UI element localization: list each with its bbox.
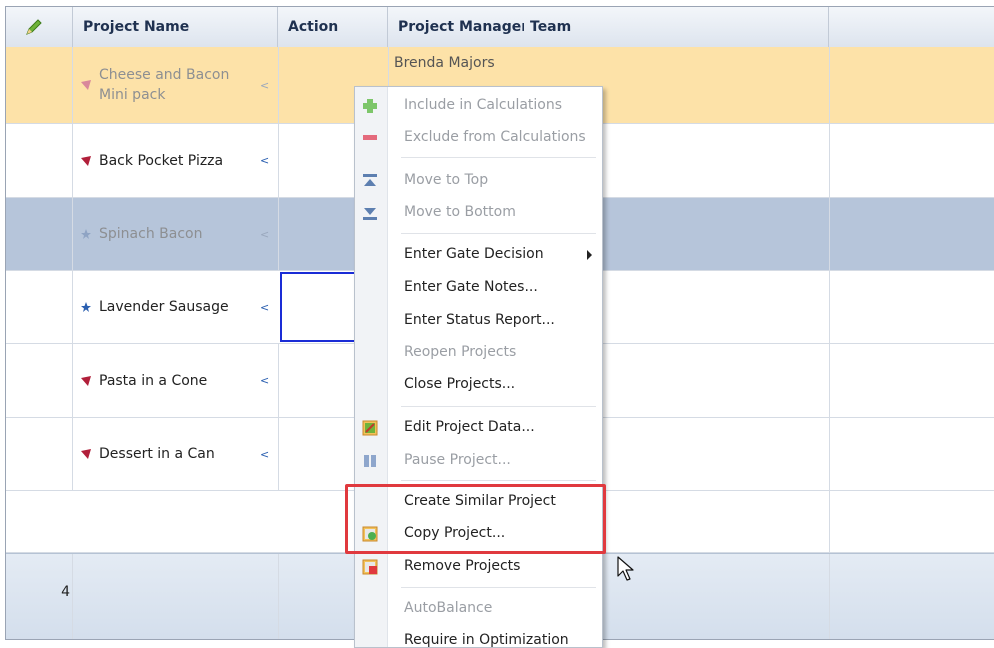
column-header-team[interactable]: Team bbox=[524, 7, 829, 47]
share-icon[interactable]: < bbox=[260, 301, 270, 314]
project-status-icon bbox=[81, 229, 91, 239]
project-status-icon bbox=[81, 80, 91, 90]
menu-item-edit-project-data[interactable]: Edit Project Data... bbox=[355, 412, 602, 444]
menu-item-enter-gate-decision[interactable]: Enter Gate Decision bbox=[355, 239, 602, 271]
project-status-icon bbox=[81, 449, 91, 459]
project-name-cell[interactable]: Back Pocket Pizza < bbox=[73, 124, 278, 197]
project-name: Spinach Bacon bbox=[99, 226, 203, 242]
project-name-cell[interactable]: Dessert in a Can < bbox=[73, 418, 278, 490]
pause-icon bbox=[364, 455, 376, 467]
column-header-action[interactable]: Action bbox=[278, 7, 388, 47]
menu-separator bbox=[401, 233, 596, 234]
share-icon[interactable]: < bbox=[260, 374, 270, 387]
menu-item-exclude-from-calculations[interactable]: Exclude from Calculations bbox=[355, 122, 602, 154]
highlight-annotation-box bbox=[345, 484, 606, 554]
context-menu: Include in Calculations Exclude from Cal… bbox=[354, 86, 603, 648]
menu-item-autobalance[interactable]: AutoBalance bbox=[355, 593, 602, 625]
minus-icon bbox=[363, 135, 377, 140]
column-header-project-manager[interactable]: Project Manager bbox=[388, 7, 524, 47]
pencil-icon bbox=[26, 19, 42, 35]
share-icon[interactable]: < bbox=[260, 154, 270, 167]
project-name: Pasta in a Cone bbox=[99, 372, 208, 389]
column-header-project-name[interactable]: Project Name bbox=[73, 7, 278, 47]
menu-item-move-to-bottom[interactable]: Move to Bottom bbox=[355, 197, 602, 229]
project-name-cell[interactable]: Cheese and Bacon Mini pack < bbox=[73, 47, 278, 123]
column-header-blank bbox=[829, 7, 994, 47]
project-name: Dessert in a Can bbox=[99, 446, 215, 462]
move-bottom-icon bbox=[363, 208, 377, 220]
move-top-icon bbox=[363, 174, 377, 186]
menu-item-reopen-projects[interactable]: Reopen Projects bbox=[355, 337, 602, 369]
edit-data-icon bbox=[362, 420, 378, 436]
edit-column-header[interactable] bbox=[6, 7, 73, 47]
share-icon[interactable]: < bbox=[260, 79, 270, 92]
menu-item-enter-status-report[interactable]: Enter Status Report... bbox=[355, 305, 602, 337]
footer-count: 4 bbox=[61, 584, 70, 600]
project-status-icon bbox=[81, 302, 91, 312]
plus-icon bbox=[363, 99, 377, 113]
submenu-arrow-icon bbox=[587, 250, 592, 260]
project-name: Lavender Sausage bbox=[99, 299, 229, 315]
remove-projects-icon bbox=[362, 559, 378, 575]
project-name: Back Pocket Pizza bbox=[99, 152, 224, 169]
menu-item-move-to-top[interactable]: Move to Top bbox=[355, 165, 602, 197]
menu-item-remove-projects[interactable]: Remove Projects bbox=[355, 551, 602, 583]
project-name-cell[interactable]: Spinach Bacon < bbox=[73, 198, 278, 270]
menu-separator bbox=[401, 406, 596, 407]
share-icon[interactable]: < bbox=[260, 448, 270, 461]
project-name-cell[interactable]: Pasta in a Cone < bbox=[73, 344, 278, 417]
project-status-icon bbox=[81, 375, 91, 386]
menu-item-require-in-optimization[interactable]: Require in Optimization bbox=[355, 625, 602, 647]
share-icon[interactable]: < bbox=[260, 228, 270, 241]
mouse-cursor-icon bbox=[617, 556, 634, 581]
menu-item-enter-gate-notes[interactable]: Enter Gate Notes... bbox=[355, 272, 602, 304]
menu-item-close-projects[interactable]: Close Projects... bbox=[355, 369, 602, 401]
grid-header: Project Name Action Project Manager Team bbox=[6, 7, 994, 48]
menu-item-include-in-calculations[interactable]: Include in Calculations bbox=[355, 90, 602, 122]
project-status-icon bbox=[81, 155, 91, 166]
project-manager: Brenda Majors bbox=[394, 55, 495, 71]
project-name: Cheese and Bacon Mini pack bbox=[99, 67, 230, 103]
menu-separator bbox=[401, 480, 596, 481]
menu-separator bbox=[401, 587, 596, 588]
menu-item-pause-project[interactable]: Pause Project... bbox=[355, 445, 602, 477]
project-name-cell[interactable]: Lavender Sausage < bbox=[73, 271, 278, 343]
menu-separator bbox=[401, 157, 596, 158]
